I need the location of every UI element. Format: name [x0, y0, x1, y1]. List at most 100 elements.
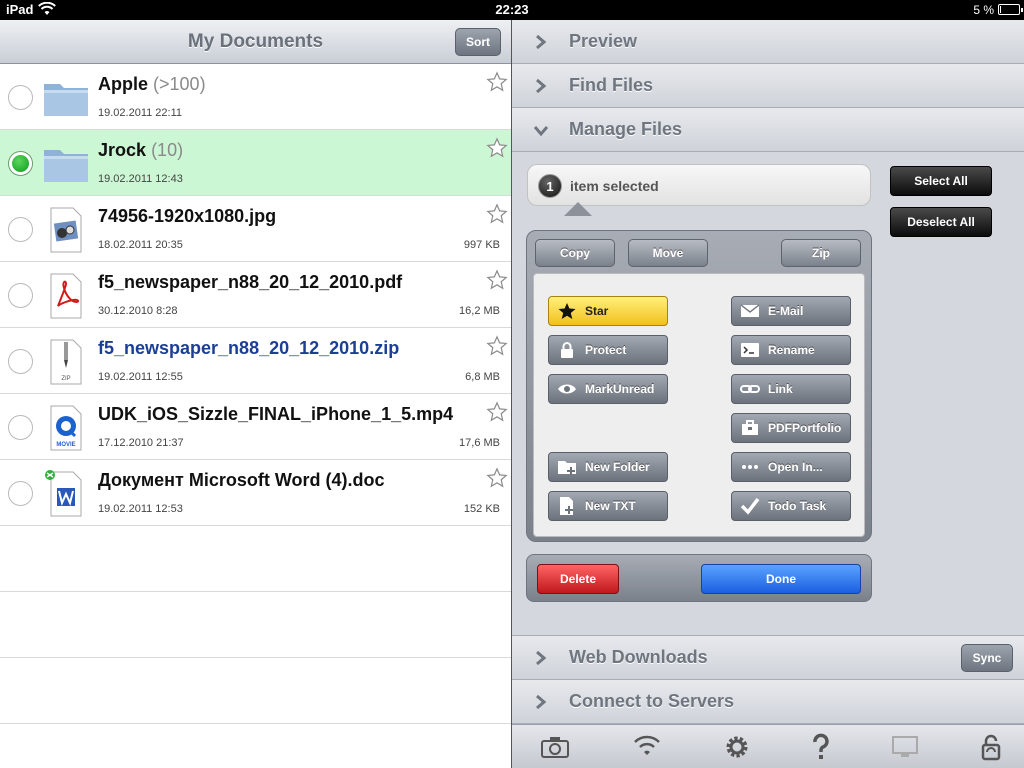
- new-folder-icon: [558, 461, 576, 475]
- select-radio[interactable]: [8, 283, 33, 308]
- section-label: Find Files: [569, 75, 654, 95]
- mark-unread-button-label: MarkUnread: [585, 382, 655, 396]
- file-name: f5_newspaper_n88_20_12_2010.zip: [98, 338, 400, 358]
- select-radio[interactable]: [8, 481, 33, 506]
- file-date: 19.02.2011 22:11: [98, 107, 183, 119]
- select-all-button[interactable]: Select All: [890, 166, 992, 196]
- file-size: 6,8 MB: [465, 371, 500, 383]
- checkmark-icon: [740, 497, 760, 515]
- open-in-button[interactable]: Open In...: [731, 452, 851, 482]
- star-outline-icon[interactable]: [486, 401, 508, 423]
- select-radio[interactable]: [8, 349, 33, 374]
- camera-icon[interactable]: [540, 733, 570, 761]
- file-size: 17,6 MB: [459, 437, 500, 449]
- file-row-selected[interactable]: Jrock (10) 19.02.2011 12:43: [0, 130, 511, 196]
- mark-unread-button[interactable]: MarkUnread: [548, 374, 668, 404]
- image-file-icon: [50, 207, 82, 253]
- star-outline-icon[interactable]: [486, 203, 508, 225]
- todo-task-button-label: Todo Task: [768, 499, 827, 513]
- section-label: Web Downloads: [569, 647, 708, 667]
- star-button-label: Star: [585, 304, 609, 318]
- selection-summary: 1 item selected: [527, 164, 871, 206]
- empty-row: [0, 658, 511, 724]
- manage-files-panel: 1 item selected Select All Deselect All …: [512, 152, 1024, 636]
- file-name: 74956-1920x1080.jpg: [98, 206, 277, 226]
- new-file-icon: [560, 497, 573, 515]
- documents-pane: My Documents Sort Apple (>100) 19.02.201…: [0, 20, 511, 768]
- pdf-portfolio-button[interactable]: PDFPortfolio: [731, 413, 851, 443]
- move-button[interactable]: Move: [628, 239, 708, 267]
- page-title: My Documents: [187, 31, 324, 52]
- file-row[interactable]: Apple (>100) 19.02.2011 22:11: [0, 64, 511, 130]
- deselect-all-button[interactable]: Deselect All: [890, 207, 992, 237]
- protect-button[interactable]: Protect: [548, 335, 668, 365]
- file-date: 19.02.2011 12:43: [98, 173, 183, 185]
- star-icon: [558, 303, 576, 319]
- file-row[interactable]: MOVIE UDK_iOS_Sizzle_FINAL_iPhone_1_5.mp…: [0, 394, 511, 460]
- star-outline-icon[interactable]: [486, 137, 508, 159]
- folder-icon: [44, 150, 88, 182]
- select-radio[interactable]: [8, 85, 33, 110]
- file-date: 19.02.2011 12:53: [98, 503, 183, 515]
- sync-button[interactable]: Sync: [961, 644, 1013, 672]
- file-row[interactable]: 74956-1920x1080.jpg 18.02.2011 20:35 997…: [0, 196, 511, 262]
- link-icon: [740, 385, 760, 393]
- file-row[interactable]: ZIP f5_newspaper_n88_20_12_2010.zip 19.0…: [0, 328, 511, 394]
- more-dots-icon: [742, 465, 758, 469]
- portfolio-icon: [742, 420, 758, 435]
- star-button[interactable]: Star: [548, 296, 668, 326]
- wifi-icon[interactable]: [632, 733, 662, 761]
- select-radio[interactable]: [8, 217, 33, 242]
- section-find-files[interactable]: Find Files: [512, 64, 1024, 108]
- todo-task-button[interactable]: Todo Task: [731, 491, 851, 521]
- help-icon[interactable]: [806, 733, 836, 761]
- section-label: Manage Files: [569, 119, 683, 139]
- star-outline-icon[interactable]: [486, 467, 508, 489]
- rename-button[interactable]: Rename: [731, 335, 851, 365]
- confirm-bar: Delete Done: [526, 554, 872, 602]
- file-size: 997 KB: [463, 239, 500, 251]
- star-outline-icon[interactable]: [486, 269, 508, 291]
- actions-grid: Star Protect MarkUnread New Folder New T…: [533, 273, 865, 537]
- section-manage-files[interactable]: Manage Files: [512, 108, 1024, 152]
- battery-percent: 5 %: [973, 3, 994, 17]
- movie-icon-label: MOVIE: [56, 442, 75, 448]
- star-outline-icon[interactable]: [486, 71, 508, 93]
- select-radio-checked[interactable]: [8, 151, 33, 176]
- file-name: f5_newspaper_n88_20_12_2010.pdf: [98, 272, 403, 292]
- email-button-label: E-Mail: [768, 304, 804, 318]
- done-button[interactable]: Done: [701, 564, 861, 594]
- email-button[interactable]: E-Mail: [731, 296, 851, 326]
- file-name: Jrock (10): [98, 140, 184, 160]
- lock-sync-icon[interactable]: [976, 733, 1006, 761]
- section-preview[interactable]: Preview: [512, 20, 1024, 64]
- sort-button[interactable]: Sort: [455, 28, 501, 56]
- new-txt-button-label: New TXT: [585, 499, 636, 513]
- link-button[interactable]: Link: [731, 374, 851, 404]
- select-radio[interactable]: [8, 415, 33, 440]
- star-outline-icon[interactable]: [486, 335, 508, 357]
- file-row[interactable]: f5_newspaper_n88_20_12_2010.pdf 30.12.20…: [0, 262, 511, 328]
- chevron-right-icon: [536, 650, 547, 666]
- file-row[interactable]: Документ Microsoft Word (4).doc 19.02.20…: [0, 460, 511, 526]
- file-date: 18.02.2011 20:35: [98, 239, 183, 251]
- terminal-icon: [741, 343, 759, 357]
- empty-row: [0, 592, 511, 658]
- actions-panel: Copy Move Zip Star Protect MarkUnread Ne…: [526, 230, 872, 542]
- new-txt-button[interactable]: New TXT: [548, 491, 668, 521]
- section-connect-servers[interactable]: Connect to Servers: [512, 680, 1024, 724]
- delete-button[interactable]: Delete: [537, 564, 619, 594]
- tools-pane: Preview Find Files Manage Files 1 item s…: [512, 20, 1024, 768]
- section-web-downloads[interactable]: Web Downloads Sync: [512, 636, 1024, 680]
- copy-button[interactable]: Copy: [535, 239, 615, 267]
- monitor-icon[interactable]: [890, 733, 920, 761]
- eye-icon: [558, 384, 576, 394]
- new-folder-button[interactable]: New Folder: [548, 452, 668, 482]
- gear-icon[interactable]: [722, 733, 752, 761]
- section-label: Connect to Servers: [569, 691, 735, 711]
- file-name: Apple (>100): [98, 74, 206, 94]
- zip-button[interactable]: Zip: [781, 239, 861, 267]
- bottom-toolbar: [512, 724, 1024, 768]
- zip-file-icon: ZIP: [50, 339, 82, 385]
- callout-arrow: [564, 202, 592, 216]
